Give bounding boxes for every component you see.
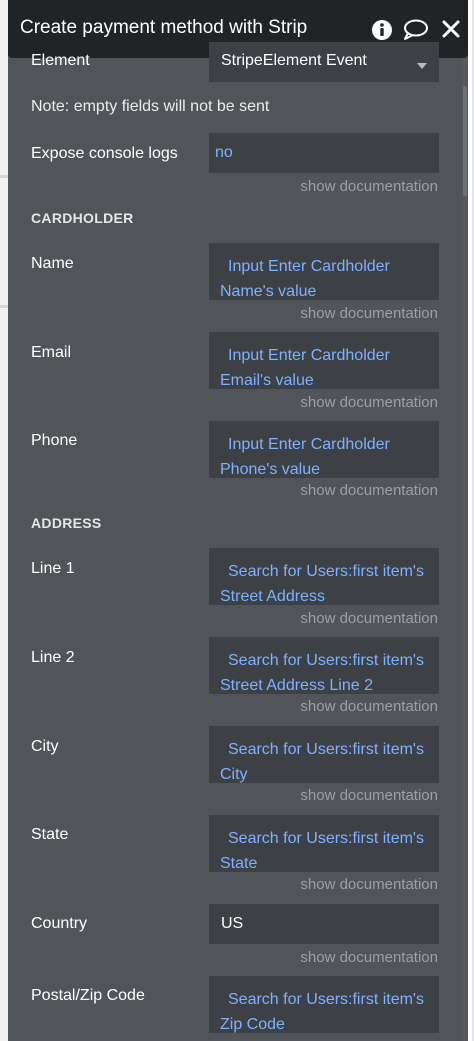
email-label: Email xyxy=(31,344,72,361)
line1-field[interactable]: Search for Users:first item's Street Add… xyxy=(209,548,439,605)
background-divider xyxy=(0,305,8,308)
city-label: City xyxy=(31,738,59,755)
show-documentation-link[interactable]: show documentation xyxy=(300,394,438,411)
panel-title: Create payment method with Strip xyxy=(20,17,308,38)
show-documentation-link[interactable]: show documentation xyxy=(300,305,438,322)
workflow-action-panel: Create payment method with Strip Element… xyxy=(8,0,468,1041)
console-logs-label: Expose console logs xyxy=(31,145,178,162)
address-section-heading: ADDRESS xyxy=(31,515,102,531)
state-field[interactable]: Search for Users:first item's State xyxy=(209,815,439,872)
email-field-value: Input Enter Cardholder Email's value xyxy=(220,347,390,389)
info-icon[interactable] xyxy=(370,18,396,44)
scrollbar-thumb[interactable] xyxy=(463,86,467,196)
state-field-value: Search for Users:first item's State xyxy=(220,830,424,872)
line2-label: Line 2 xyxy=(31,649,75,666)
city-field[interactable]: Search for Users:first item's City xyxy=(209,726,439,783)
element-dropdown[interactable]: StripeElement Event xyxy=(209,42,439,82)
line1-label: Line 1 xyxy=(31,560,75,577)
show-documentation-link[interactable]: show documentation xyxy=(300,949,438,966)
show-documentation-link[interactable]: show documentation xyxy=(300,482,438,499)
line2-field-value: Search for Users:first item's Street Add… xyxy=(220,652,424,694)
empty-fields-note: Note: empty fields will not be sent xyxy=(31,98,270,115)
city-field-value: Search for Users:first item's City xyxy=(220,741,424,783)
element-label: Element xyxy=(31,52,90,69)
cardholder-section-heading: CARDHOLDER xyxy=(31,210,134,226)
name-field[interactable]: Input Enter Cardholder Name's value xyxy=(209,243,439,300)
name-field-value: Input Enter Cardholder Name's value xyxy=(220,258,390,300)
country-label: Country xyxy=(31,915,88,932)
scrollbar[interactable] xyxy=(462,58,468,1041)
country-field-value: US xyxy=(221,915,244,932)
line2-field[interactable]: Search for Users:first item's Street Add… xyxy=(209,637,439,694)
chevron-down-icon xyxy=(417,63,427,69)
show-documentation-link[interactable]: show documentation xyxy=(300,610,438,627)
phone-field[interactable]: Input Enter Cardholder Phone's value xyxy=(209,421,439,478)
background-left-strip xyxy=(0,0,8,1041)
show-documentation-link[interactable]: show documentation xyxy=(300,787,438,804)
name-label: Name xyxy=(31,255,74,272)
line1-field-value: Search for Users:first item's Street Add… xyxy=(220,563,424,605)
postal-code-field[interactable]: Search for Users:first item's Zip Code xyxy=(209,976,439,1033)
show-documentation-link[interactable]: show documentation xyxy=(300,876,438,893)
phone-label: Phone xyxy=(31,432,78,449)
email-field[interactable]: Input Enter Cardholder Email's value xyxy=(209,332,439,389)
console-logs-field[interactable]: no xyxy=(209,133,439,173)
postal-code-label: Postal/Zip Code xyxy=(31,987,145,1004)
phone-field-value: Input Enter Cardholder Phone's value xyxy=(220,436,390,478)
background-divider xyxy=(0,175,8,178)
show-documentation-link[interactable]: show documentation xyxy=(300,698,438,715)
show-documentation-link[interactable]: show documentation xyxy=(300,178,438,195)
close-icon[interactable] xyxy=(440,18,466,44)
postal-code-field-value: Search for Users:first item's Zip Code xyxy=(220,991,424,1033)
element-dropdown-value: StripeElement Event xyxy=(221,52,367,69)
state-label: State xyxy=(31,826,69,843)
country-field[interactable]: US xyxy=(209,904,439,944)
comment-icon[interactable] xyxy=(402,18,428,44)
console-logs-value: no xyxy=(215,144,233,161)
